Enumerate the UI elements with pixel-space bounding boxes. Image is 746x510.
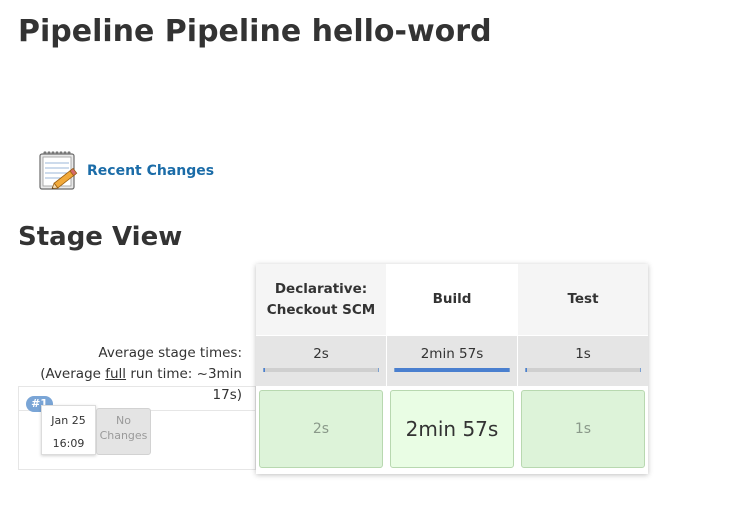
stage-column-build: Build 2min 57s 2min 57s [387,264,517,474]
stage-view-title: Stage View [18,222,183,252]
stage-column-test: Test 1s 1s [518,264,648,474]
no-changes-line2: Changes [99,429,148,442]
stage-cell-test[interactable]: 1s [521,390,645,468]
page-title: Pipeline Pipeline hello-word [18,14,492,49]
stage-header-checkout: Declarative: Checkout SCM [256,264,386,335]
stage-column-checkout: Declarative: Checkout SCM 2s 2s [256,264,386,474]
stage-average-time: 2min 57s [420,346,484,362]
notepad-icon [39,151,78,190]
run-time: 16:09 [52,437,85,450]
stage-header-build: Build [387,264,517,335]
stage-cell-build[interactable]: 2min 57s [390,390,514,468]
stage-average-bar-fill [395,368,509,372]
no-changes-line1: No [116,414,131,427]
stage-average-bar [394,368,510,372]
stage-average-time: 2s [313,346,329,362]
stage-average-bar-fill [526,368,527,372]
stage-average-build: 2min 57s [387,336,517,386]
full-run-link[interactable]: full [105,366,126,382]
stage-name-line1: Declarative: [274,280,368,297]
no-changes-box[interactable]: No Changes [96,408,151,455]
stage-average-checkout: 2s [256,336,386,386]
stage-name: Build [432,291,472,307]
recent-changes-label[interactable]: Recent Changes [87,163,214,179]
stage-name-line2: Checkout SCM [266,301,376,318]
stage-average-bar [263,368,379,372]
average-stage-times-text: Average stage times: [98,345,242,361]
stage-name: Test [567,291,599,307]
stage-cell-checkout[interactable]: 2s [259,390,383,468]
stage-average-bar [525,368,641,372]
stage-average-bar-fill [264,368,266,372]
stage-header-test: Test [518,264,648,335]
stage-average-time: 1s [575,346,591,362]
run-date: Jan 25 [51,414,86,427]
stage-view-table: Declarative: Checkout SCM 2s 2s Build 2m… [256,264,648,474]
average-run-prefix: (Average [40,366,106,382]
run-date-card: Jan 25 16:09 [41,405,96,455]
recent-changes-link[interactable]: Recent Changes [37,147,214,193]
stage-average-test: 1s [518,336,648,386]
